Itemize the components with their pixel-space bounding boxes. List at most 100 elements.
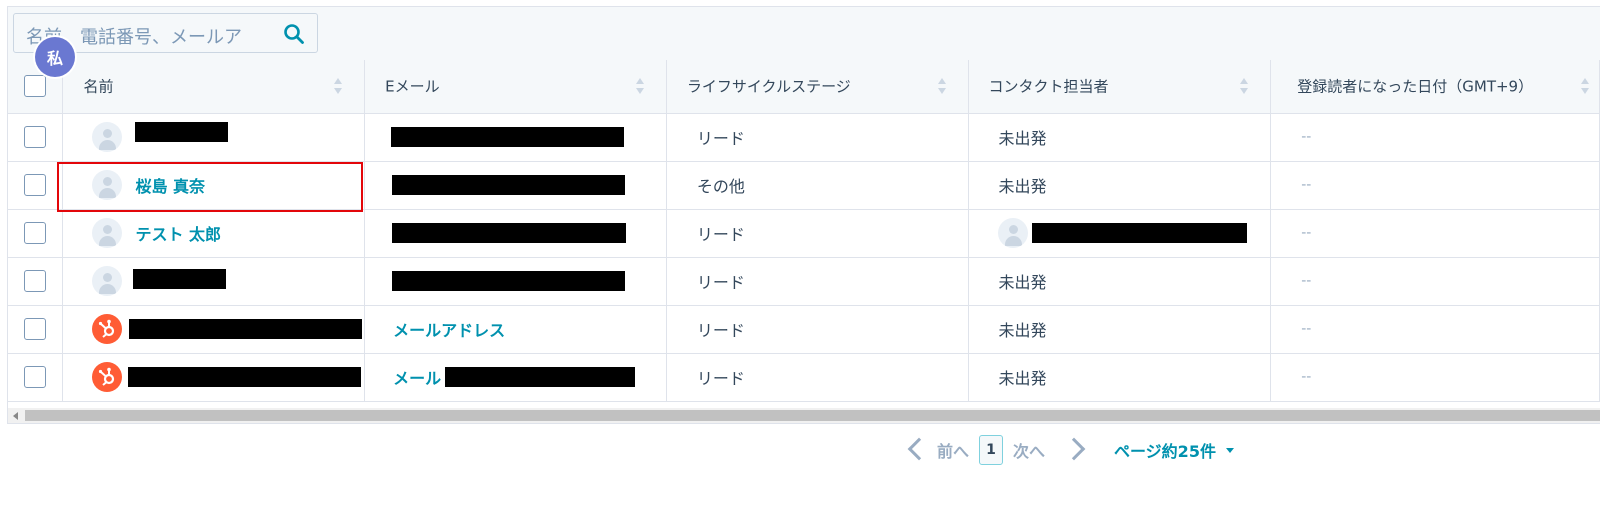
header-name[interactable]: 名前 — [62, 60, 366, 114]
redacted-email — [445, 367, 636, 387]
header-label-name: 名前 — [83, 77, 114, 96]
scroll-left-arrow-icon[interactable] — [13, 412, 18, 420]
name-cell[interactable]: テスト 太郎 — [62, 209, 366, 258]
hubspot-logo-icon — [92, 314, 123, 344]
lifecycle-stage: リード — [696, 129, 745, 148]
header-label-email: Eメール — [385, 77, 440, 96]
contact-avatar-icon — [92, 122, 123, 152]
prev-page-button[interactable]: 前へ — [937, 438, 969, 462]
subscriber-date: -- — [1301, 225, 1312, 241]
contact-owner: 未出発 — [998, 369, 1047, 388]
contact-name-link[interactable]: テスト 太郎 — [135, 221, 221, 245]
next-page-button[interactable]: 次へ — [1013, 438, 1045, 462]
email-cell[interactable]: メールアドレス — [364, 305, 667, 354]
contacts-table-panel: 名前、電話番号、メールア 名前 Eメール ライフサイクルステージ コンタクト担当… — [7, 6, 1600, 424]
select-all-checkbox[interactable] — [24, 75, 46, 98]
table-row[interactable]: テスト 太郎 リード -- — [8, 209, 1600, 258]
lifecycle-cell: リード — [666, 353, 969, 402]
header-label-date: 登録読者になった日付（GMT+9） — [1297, 77, 1534, 96]
search-icon[interactable] — [283, 23, 305, 45]
lifecycle-stage: リード — [696, 225, 745, 244]
hubspot-logo-icon — [92, 362, 123, 392]
header-lifecycle-stage[interactable]: ライフサイクルステージ — [666, 60, 969, 114]
date-cell: -- — [1270, 353, 1600, 402]
table-row[interactable]: メールアドレス リード 未出発 -- — [8, 305, 1600, 354]
header-subscriber-date[interactable]: 登録読者になった日付（GMT+9） — [1270, 60, 1600, 114]
owner-cell: 未出発 — [968, 353, 1272, 402]
row-checkbox-cell[interactable] — [8, 113, 64, 162]
row-checkbox[interactable] — [24, 126, 46, 148]
chevron-left-icon[interactable] — [907, 437, 931, 461]
lifecycle-stage: リード — [696, 321, 745, 340]
owner-cell: 未出発 — [968, 113, 1272, 162]
owner-cell: 未出発 — [968, 257, 1272, 306]
per-page-dropdown[interactable]: ページ約25件 — [1114, 438, 1216, 462]
email-cell — [364, 161, 667, 210]
redacted-email — [392, 223, 627, 243]
table-row[interactable]: リード 未出発 -- — [8, 257, 1600, 306]
subscriber-date: -- — [1301, 273, 1312, 289]
name-cell[interactable] — [62, 257, 366, 306]
row-checkbox-cell[interactable] — [8, 257, 64, 306]
chevron-right-icon[interactable] — [1062, 437, 1086, 461]
table-row[interactable]: リード 未出発 -- — [8, 113, 1600, 162]
email-link[interactable]: メールアドレス — [393, 317, 505, 341]
redacted-email — [392, 175, 626, 195]
lifecycle-cell: リード — [666, 257, 969, 306]
lifecycle-cell: その他 — [666, 161, 969, 210]
scrollbar-thumb[interactable] — [25, 410, 1600, 421]
lifecycle-stage: リード — [696, 369, 745, 388]
current-page-number[interactable]: 1 — [979, 435, 1003, 465]
subscriber-date: -- — [1301, 321, 1312, 337]
lifecycle-stage: リード — [696, 273, 745, 292]
date-cell: -- — [1270, 305, 1600, 354]
sort-icon[interactable] — [334, 78, 343, 95]
sort-icon[interactable] — [1581, 78, 1589, 95]
email-link[interactable]: メール — [393, 365, 441, 389]
contact-owner: 未出発 — [998, 273, 1047, 292]
name-cell[interactable] — [62, 353, 366, 402]
header-label-owner: コンタクト担当者 — [988, 77, 1109, 96]
caret-down-icon[interactable] — [1226, 448, 1234, 453]
header-contact-owner[interactable]: コンタクト担当者 — [968, 60, 1272, 114]
redacted-name — [128, 367, 362, 387]
contacts-table: 名前 Eメール ライフサイクルステージ コンタクト担当者 登録読者になった日付（… — [8, 60, 1600, 402]
email-cell — [364, 113, 667, 162]
email-cell[interactable]: メール — [364, 353, 667, 402]
row-checkbox-cell[interactable] — [8, 161, 64, 210]
row-checkbox-cell[interactable] — [8, 353, 64, 402]
contact-owner: 未出発 — [998, 177, 1047, 196]
email-cell — [364, 209, 667, 258]
date-cell: -- — [1270, 209, 1600, 258]
table-header-row: 名前 Eメール ライフサイクルステージ コンタクト担当者 登録読者になった日付（… — [8, 60, 1600, 114]
table-toolbar: 名前、電話番号、メールア — [8, 7, 1600, 61]
owner-cell: 未出発 — [968, 305, 1272, 354]
lifecycle-cell: リード — [666, 209, 969, 258]
redacted-email — [391, 127, 625, 147]
name-cell[interactable] — [62, 305, 366, 354]
name-cell[interactable] — [62, 113, 366, 162]
sort-icon[interactable] — [635, 78, 644, 95]
subscriber-date: -- — [1301, 369, 1312, 385]
sort-icon[interactable] — [937, 78, 946, 95]
current-user-avatar[interactable]: 私 — [35, 37, 75, 77]
row-checkbox-cell[interactable] — [8, 305, 64, 354]
redacted-name — [129, 319, 363, 339]
row-checkbox[interactable] — [24, 366, 46, 388]
row-checkbox-cell[interactable] — [8, 209, 64, 258]
redacted-owner — [1031, 223, 1247, 243]
row-checkbox[interactable] — [24, 174, 46, 196]
horizontal-scrollbar[interactable] — [8, 408, 1600, 423]
row-checkbox[interactable] — [24, 318, 46, 340]
email-cell — [364, 257, 667, 306]
contact-owner: 未出発 — [998, 321, 1047, 340]
date-cell: -- — [1270, 161, 1600, 210]
row-checkbox[interactable] — [24, 222, 46, 244]
sort-icon[interactable] — [1240, 78, 1249, 95]
header-email[interactable]: Eメール — [364, 60, 667, 114]
row-checkbox[interactable] — [24, 270, 46, 292]
lifecycle-cell: リード — [666, 305, 969, 354]
header-label-lifecycle: ライフサイクルステージ — [686, 77, 851, 96]
table-row[interactable]: メール リード 未出発 -- — [8, 353, 1600, 402]
subscriber-date: -- — [1301, 177, 1312, 193]
